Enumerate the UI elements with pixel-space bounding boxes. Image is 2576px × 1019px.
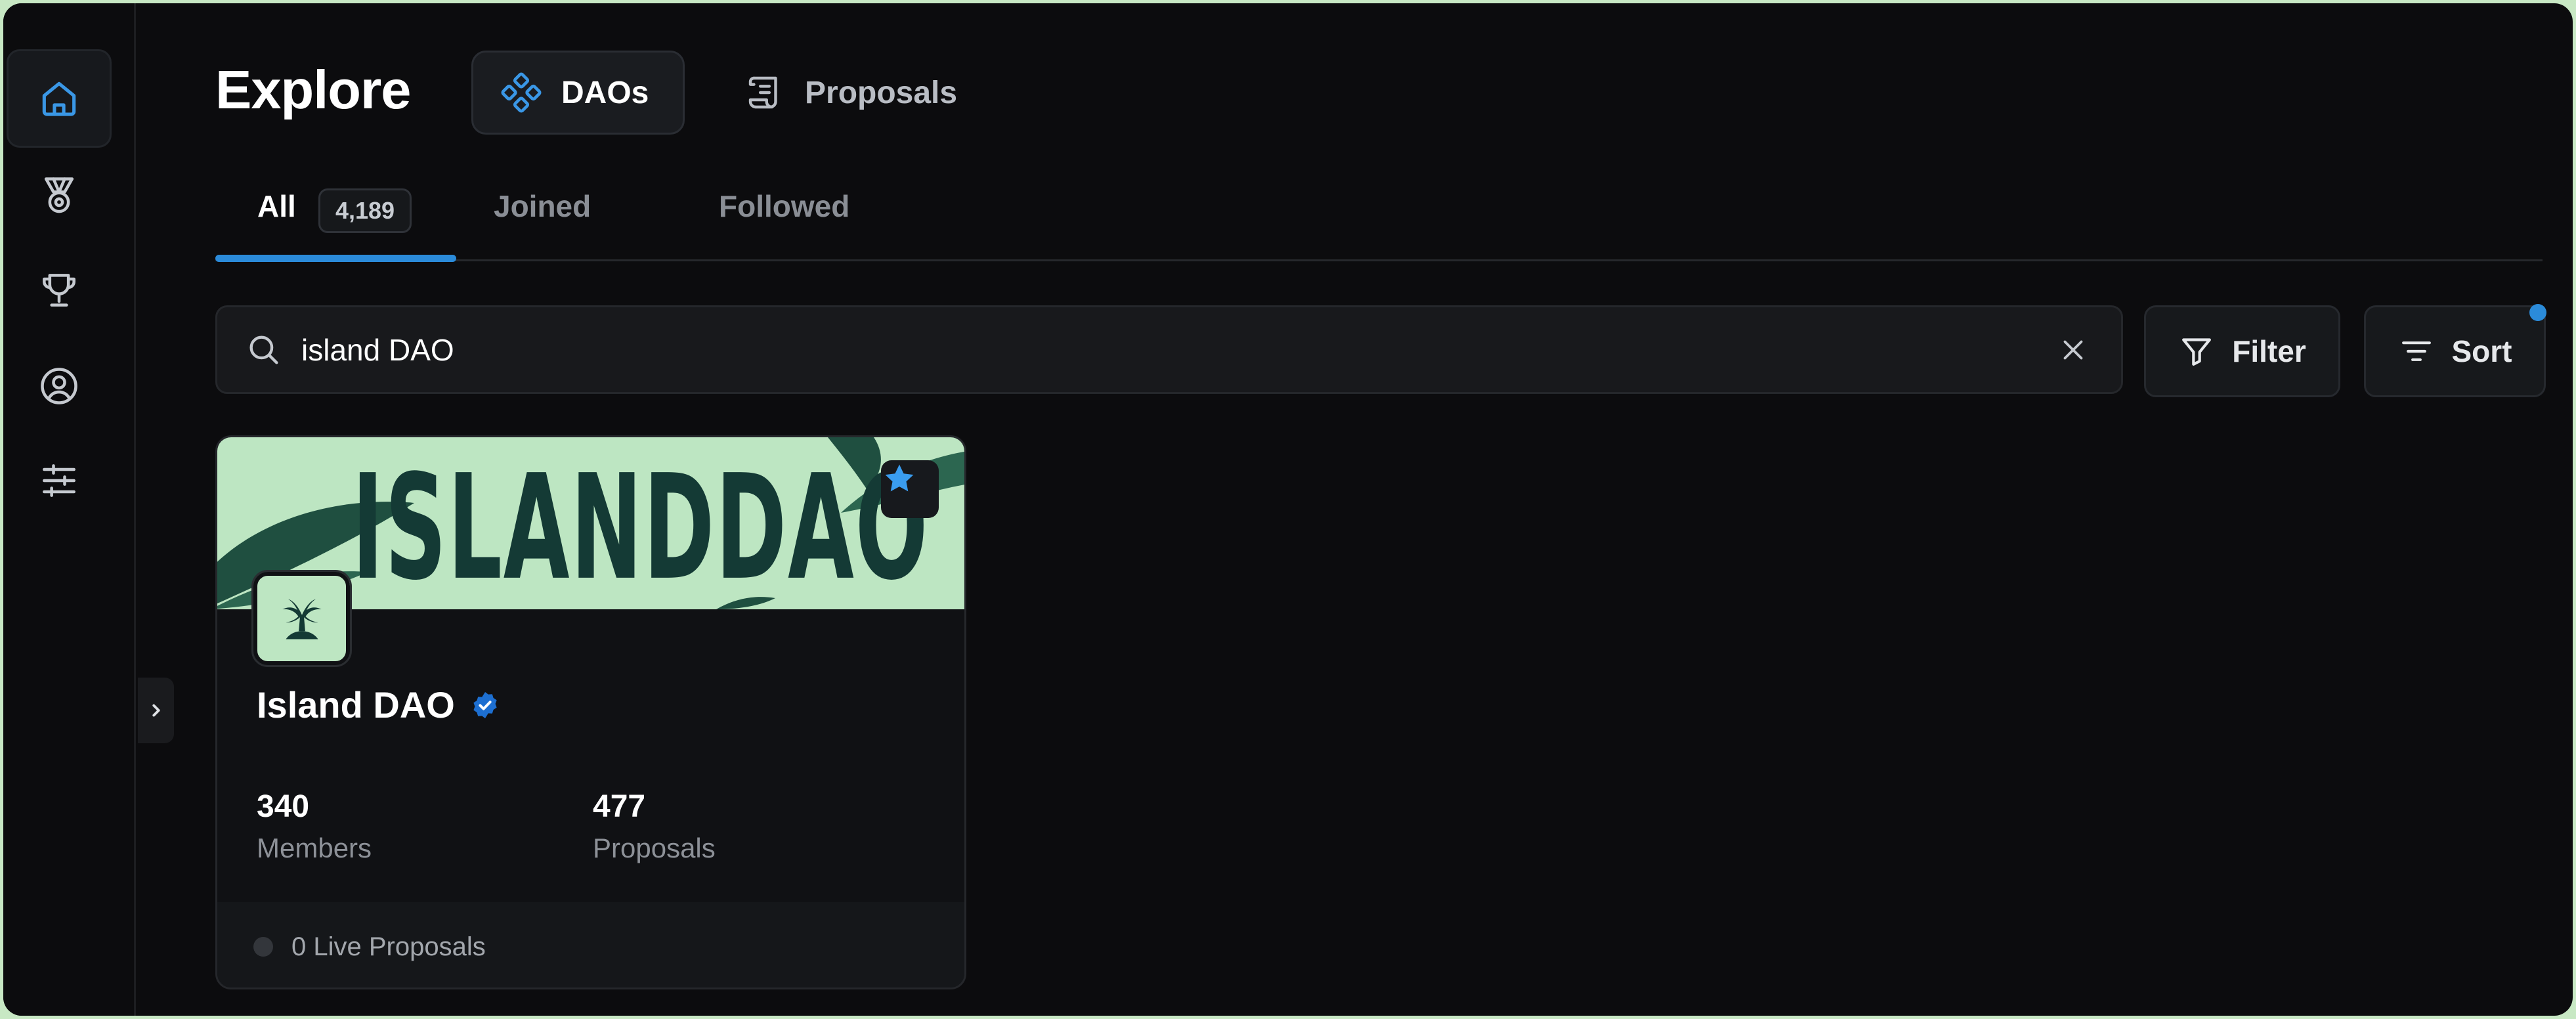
daos-icon (501, 72, 542, 113)
expand-sidebar-button[interactable] (138, 678, 174, 743)
tab-daos[interactable]: DAOs (471, 51, 685, 135)
filter-icon (2182, 338, 2212, 366)
sidebar (3, 3, 136, 1016)
scroll-icon (748, 76, 777, 109)
app-window: Explore DAOs Proposals All 4,189 Joined … (3, 3, 2573, 1016)
home-icon (42, 81, 76, 116)
sort-button[interactable]: Sort (2364, 305, 2546, 397)
members-label: Members (257, 833, 372, 863)
dao-name: Island DAO (257, 684, 455, 726)
live-proposals-text: 0 Live Proposals (291, 932, 486, 961)
sidebar-item-profile[interactable] (7, 337, 112, 435)
dao-title: Island DAO (257, 683, 501, 726)
close-icon[interactable] (2057, 334, 2090, 366)
sliders-icon (43, 464, 75, 497)
tab-proposals-label: Proposals (805, 75, 958, 110)
user-circle-icon (41, 368, 77, 404)
filter-tab-followed[interactable]: Followed (719, 188, 849, 224)
tab-proposals[interactable]: Proposals (729, 51, 1004, 135)
sidebar-item-leaderboard[interactable] (7, 241, 112, 339)
card-footer: 0 Live Proposals (217, 902, 964, 987)
medal-icon (44, 177, 74, 213)
chevron-right-icon (152, 704, 160, 717)
dao-avatar (251, 570, 352, 667)
favorite-button[interactable] (881, 460, 939, 518)
star-icon (885, 464, 914, 492)
dao-card[interactable]: ISLANDDAO Island DAO 340 Members 477 Pro… (215, 435, 966, 989)
filter-tab-joined[interactable]: Joined (494, 188, 591, 224)
search-icon (249, 335, 278, 364)
proposals-count: 477 (593, 789, 646, 824)
banner-logo-text: ISLANDDAO (352, 443, 930, 609)
filter-label: Filter (2232, 334, 2306, 368)
count-badge: 4,189 (318, 188, 412, 233)
filter-button[interactable]: Filter (2144, 305, 2340, 397)
proposals-label: Proposals (593, 833, 716, 863)
trophy-icon (43, 274, 75, 307)
sidebar-item-settings[interactable] (7, 431, 112, 530)
tab-daos-label: DAOs (561, 75, 649, 110)
search-input[interactable] (300, 307, 2057, 392)
live-status-dot (253, 937, 273, 957)
sort-label: Sort (2451, 334, 2512, 368)
verified-badge-icon (473, 691, 497, 718)
sidebar-item-home[interactable] (7, 49, 112, 148)
active-tab-indicator (215, 255, 456, 262)
page-title: Explore (215, 59, 411, 120)
members-count: 340 (257, 789, 310, 824)
filter-tab-all[interactable]: All (257, 188, 296, 224)
sort-active-dot (2529, 304, 2546, 321)
palm-tree-icon (282, 599, 322, 640)
sort-icon (2401, 341, 2431, 361)
tabs-divider (215, 259, 2543, 261)
search-bar (215, 305, 2123, 394)
sidebar-item-medals[interactable] (7, 146, 112, 245)
